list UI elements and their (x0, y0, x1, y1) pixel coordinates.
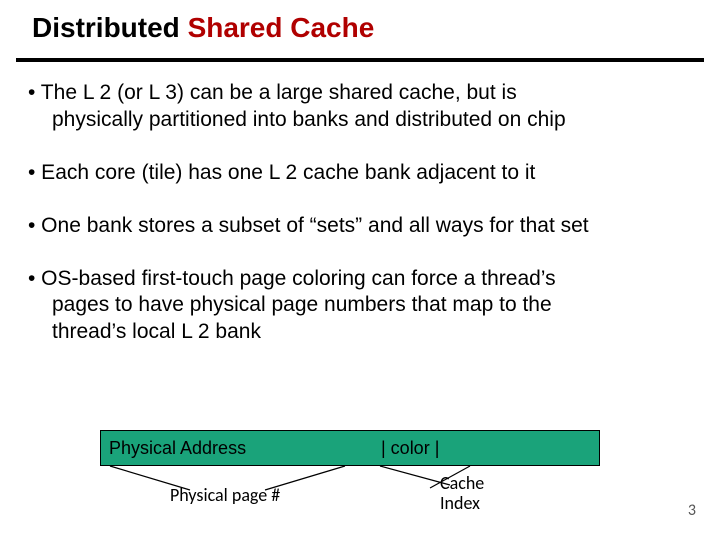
title-wrap: Distributed Shared Cache (0, 0, 720, 44)
bar-label-color: | color | (381, 438, 439, 459)
annotation-cache-index: Cache Index (440, 474, 484, 514)
bullet-4-line1: • OS-based first-touch page coloring can… (28, 267, 556, 290)
slide-title: Distributed Shared Cache (32, 12, 720, 44)
annotation-physical-page: Physical page # (170, 484, 280, 506)
annotation-cache-index-l2: Index (440, 492, 480, 514)
page-number: 3 (688, 501, 696, 520)
bullet-1-line1: • The L 2 (or L 3) can be a large shared… (28, 81, 517, 104)
address-diagram: Physical Address | color | Physical page… (100, 430, 620, 470)
annotation-cache-index-l1: Cache (440, 472, 484, 494)
bullet-1: • The L 2 (or L 3) can be a large shared… (28, 80, 692, 134)
bullet-2: • Each core (tile) has one L 2 cache ban… (28, 160, 692, 187)
address-bar: Physical Address | color | (100, 430, 600, 466)
bullet-4-line3: thread’s local L 2 bank (28, 319, 692, 346)
title-accent: Shared Cache (188, 12, 375, 43)
slide: Distributed Shared Cache • The L 2 (or L… (0, 0, 720, 540)
bar-label-physical-address: Physical Address (109, 438, 246, 459)
bullet-3: • One bank stores a subset of “sets” and… (28, 213, 692, 240)
bullet-1-line2: physically partitioned into banks and di… (28, 107, 692, 134)
title-rule (16, 58, 704, 62)
bullet-4: • OS-based first-touch page coloring can… (28, 266, 692, 347)
bullet-4-line2: pages to have physical page numbers that… (28, 292, 692, 319)
title-plain: Distributed (32, 12, 188, 43)
slide-body: • The L 2 (or L 3) can be a large shared… (28, 80, 692, 372)
